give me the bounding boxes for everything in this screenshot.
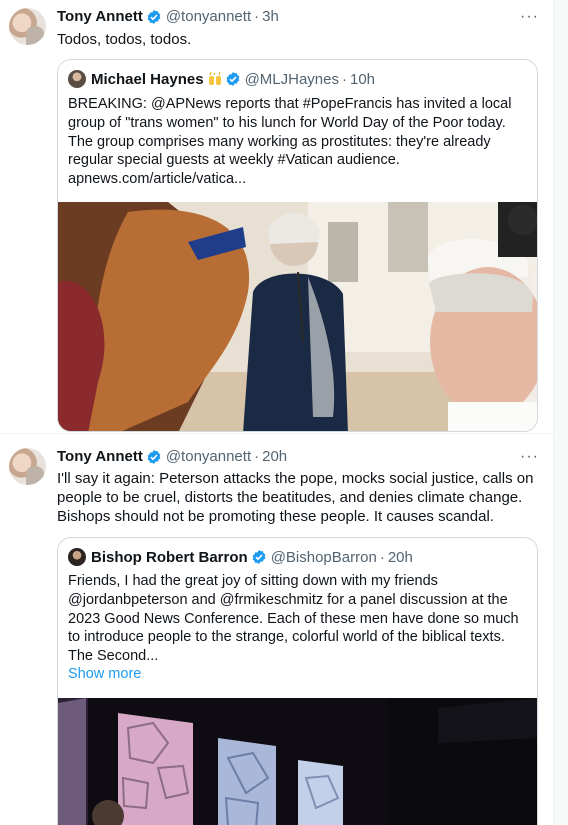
more-options-icon[interactable]: ··· (520, 8, 539, 26)
quoted-tweet-header: Bishop Robert Barron @BishopBarron · 20h (68, 548, 413, 566)
text-line: The group comprises many working as pros… (68, 133, 491, 150)
quoted-tweet[interactable]: Michael Haynes @MLJHaynes · 10h BREAKING… (57, 59, 538, 432)
quoted-author-name: Michael Haynes (91, 70, 204, 88)
avatar[interactable] (9, 8, 46, 45)
avatar[interactable] (9, 448, 46, 485)
text-line: people to be cruel, distorts the beatitu… (57, 489, 523, 506)
text-line: BREAKING: @APNews reports that #PopeFran… (68, 96, 512, 112)
quoted-author-handle: @BishopBarron (270, 548, 377, 566)
verified-badge-icon (147, 9, 161, 24)
photo-image (58, 698, 537, 825)
scroll-gutter (553, 0, 568, 825)
tweet-header: Tony Annett @tonyannett · 20h (57, 448, 287, 465)
text-line: 2023 Good News Conference. Each of these… (68, 610, 519, 627)
quoted-tweet-text: Friends, I had the great joy of sitting … (68, 572, 528, 666)
tweet-text: I'll say it again: Peterson attacks the … (57, 469, 537, 526)
quoted-timestamp: 20h (387, 548, 413, 566)
separator-dot: · (254, 448, 260, 465)
quoted-tweet-header: Michael Haynes @MLJHaynes · 10h (68, 70, 375, 88)
text-line: Friends, I had the great joy of sitting … (68, 573, 438, 589)
show-more-link[interactable]: Show more (68, 666, 141, 682)
tweet-divider (0, 433, 553, 434)
author-handle[interactable]: @tonyannett (166, 448, 251, 465)
quoted-tweet-text: BREAKING: @APNews reports that #PopeFran… (68, 95, 528, 189)
quoted-timestamp: 10h (350, 70, 376, 88)
text-line: group of "trans women" to his lunch for … (68, 114, 506, 131)
text-line: @jordanbpeterson and @frmikeschmitz for … (68, 591, 508, 608)
verified-badge-icon (147, 449, 161, 464)
author-name[interactable]: Tony Annett (57, 8, 143, 25)
text-line: The Second... (68, 648, 159, 665)
quoted-author-name: Bishop Robert Barron (91, 548, 248, 566)
author-handle[interactable]: @tonyannett (166, 8, 251, 25)
timestamp[interactable]: 3h (262, 8, 279, 25)
text-line: regular special guests at weekly #Vatica… (68, 152, 400, 169)
tweet-header: Tony Annett @tonyannett · 3h (57, 8, 279, 25)
tweet[interactable]: Tony Annett @tonyannett · 20h ··· I'll s… (0, 440, 553, 825)
timestamp[interactable]: 20h (262, 448, 287, 465)
text-line: Bishops should not be promoting these pe… (57, 508, 494, 525)
quoted-author-handle: @MLJHaynes (244, 70, 339, 88)
separator-dot: · (254, 8, 260, 25)
avatar (68, 70, 86, 88)
avatar (68, 548, 86, 566)
verified-badge-icon (226, 72, 239, 86)
author-name[interactable]: Tony Annett (57, 448, 143, 465)
separator-dot: · (379, 548, 385, 566)
quoted-tweet-photo[interactable] (58, 202, 537, 431)
text-line: I'll say it again: Peterson attacks the … (57, 470, 534, 487)
more-options-icon[interactable]: ··· (520, 448, 539, 466)
tweet[interactable]: Tony Annett @tonyannett · 3h ··· Todos, … (0, 0, 553, 432)
photo-image (58, 202, 537, 431)
raised-hands-emoji-icon (208, 71, 221, 85)
separator-dot: · (342, 70, 347, 88)
verified-badge-icon (252, 550, 266, 564)
text-line: to introduce people to the strange, colo… (68, 629, 505, 646)
quoted-tweet-photo[interactable] (58, 698, 537, 825)
text-line: apnews.com/article/vatica... (68, 171, 247, 188)
tweet-text: Todos, todos, todos. (57, 31, 192, 48)
quoted-tweet[interactable]: Bishop Robert Barron @BishopBarron · 20h… (57, 537, 538, 825)
